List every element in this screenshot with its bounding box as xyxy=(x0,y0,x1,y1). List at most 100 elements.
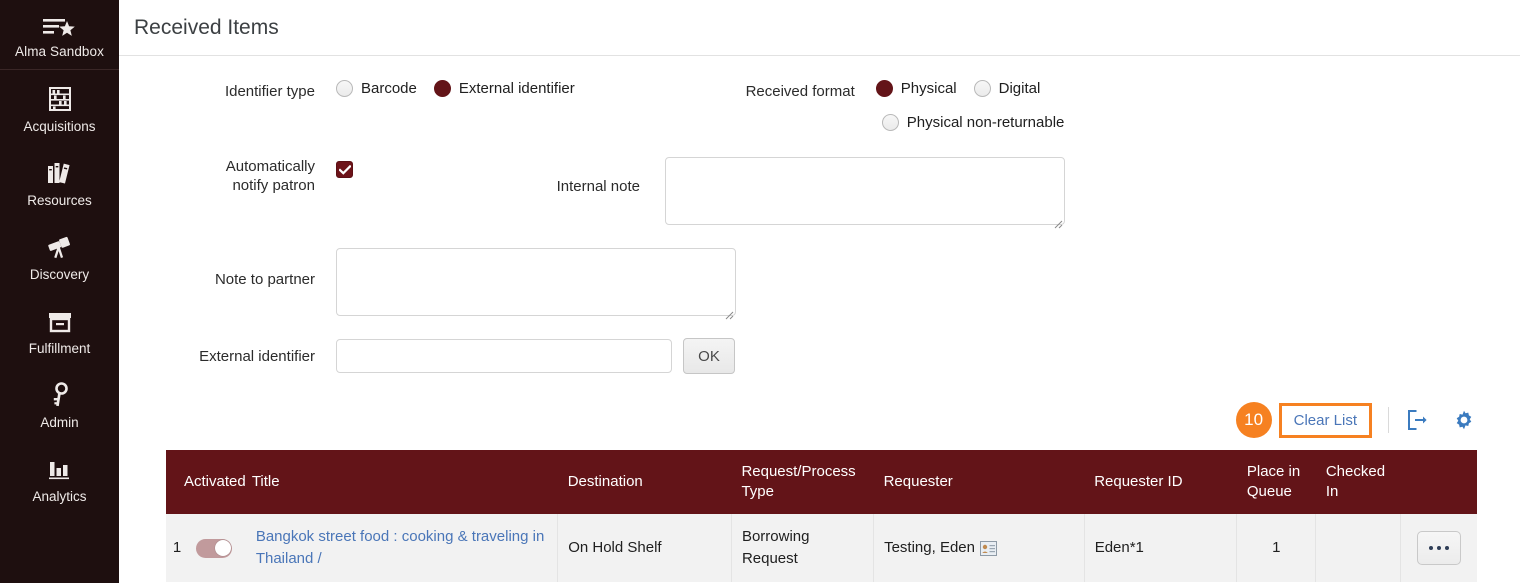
radio-label: Digital xyxy=(998,80,1041,97)
external-identifier-label: External identifier xyxy=(199,347,315,365)
column-header-checked-in[interactable]: Checked In xyxy=(1315,450,1401,514)
auto-notify-label-line2: notify patron xyxy=(232,177,315,194)
form-row-formats: Identifier type Barcode External identif… xyxy=(119,80,1520,131)
received-items-form: Identifier type Barcode External identif… xyxy=(119,56,1520,374)
note-to-partner-wrap xyxy=(336,248,736,321)
toggle-knob xyxy=(214,540,231,556)
sidebar-item-label: Analytics xyxy=(32,489,87,504)
radio-label: Physical xyxy=(900,80,957,97)
radio-label: Physical non-returnable xyxy=(906,114,1065,131)
radio-circle-selected-icon xyxy=(875,80,893,97)
auto-notify-checkbox[interactable] xyxy=(336,161,353,178)
row-activated-toggle[interactable] xyxy=(196,538,232,558)
note-to-partner-textarea[interactable] xyxy=(336,248,736,316)
radio-physical-non-returnable[interactable]: Physical non-returnable xyxy=(881,114,1065,131)
radio-external-identifier[interactable]: External identifier xyxy=(433,80,575,97)
received-format-row-2: Physical non-returnable xyxy=(881,114,1082,131)
radio-digital[interactable]: Digital xyxy=(973,80,1041,97)
auto-notify-checkbox-wrap xyxy=(336,157,353,178)
page-header: Received Items xyxy=(119,0,1520,56)
dot-icon xyxy=(1428,546,1433,550)
column-header-activated[interactable]: Activated xyxy=(166,450,246,514)
external-identifier-input[interactable] xyxy=(336,339,672,373)
sidebar-item-analytics[interactable]: Analytics xyxy=(0,440,119,514)
brand-label: Alma Sandbox xyxy=(14,44,104,59)
table-body: 1 Bangkok street food : cooking & travel… xyxy=(166,514,1477,582)
abacus-icon xyxy=(47,84,73,112)
row-destination-cell: On Hold Shelf xyxy=(557,514,732,582)
internal-note-wrap xyxy=(665,157,1065,230)
sidebar-item-discovery[interactable]: Discovery xyxy=(0,218,119,292)
alma-star-icon xyxy=(42,14,77,40)
received-format-label: Received format xyxy=(745,83,855,100)
external-identifier-ok-button[interactable]: OK xyxy=(683,338,735,374)
sidebar-item-admin[interactable]: Admin xyxy=(0,366,119,440)
column-header-title[interactable]: Title xyxy=(241,450,558,514)
column-header-destination[interactable]: Destination xyxy=(557,450,732,514)
books-icon xyxy=(46,158,73,186)
row-checked-in-cell xyxy=(1315,514,1401,582)
received-format-radio-group: Physical Digital Physical non-returnable xyxy=(875,80,1082,131)
received-format-row-1: Physical Digital xyxy=(875,80,1082,97)
toolbar-divider xyxy=(1388,407,1389,433)
sidebar-item-resources[interactable]: Resources xyxy=(0,144,119,218)
sidebar-item-fulfillment[interactable]: Fulfillment xyxy=(0,292,119,366)
form-row-note-to-partner: Note to partner xyxy=(119,248,1520,321)
check-icon xyxy=(338,164,351,175)
sidebar-nav: Acquisitions Resources Discovery Fulfill… xyxy=(0,70,119,514)
row-title-cell: Bangkok street food : cooking & travelin… xyxy=(241,514,559,582)
auto-notify-label-line1: Automatically xyxy=(225,158,315,175)
bar-chart-icon xyxy=(47,454,73,482)
internal-note-textarea[interactable] xyxy=(665,157,1065,225)
key-icon xyxy=(49,380,71,408)
telescope-icon xyxy=(45,232,75,260)
brand-block[interactable]: Alma Sandbox xyxy=(0,14,119,70)
page-title: Received Items xyxy=(134,15,279,39)
radio-circle-selected-icon xyxy=(433,80,451,97)
table-row[interactable]: 1 Bangkok street food : cooking & travel… xyxy=(166,514,1477,582)
dot-icon xyxy=(1444,546,1449,550)
column-header-request-type[interactable]: Request/Process Type xyxy=(731,450,874,514)
row-place-in-queue-cell: 1 xyxy=(1236,514,1317,582)
main-sidebar: Alma Sandbox Acquisitions Resources Disc… xyxy=(0,0,119,583)
sidebar-item-label: Acquisitions xyxy=(23,119,96,134)
radio-physical[interactable]: Physical xyxy=(875,80,957,97)
items-table: Activated Title Destination Request/Proc… xyxy=(166,450,1477,582)
sidebar-item-label: Resources xyxy=(27,193,92,208)
table-header-row: Activated Title Destination Request/Proc… xyxy=(166,450,1477,514)
row-index: 1 xyxy=(172,539,182,556)
note-to-partner-label: Note to partner xyxy=(214,271,315,288)
sidebar-item-label: Discovery xyxy=(29,267,90,282)
row-actions-button[interactable] xyxy=(1416,531,1461,565)
archive-box-icon xyxy=(47,306,73,334)
step-badge: 10 xyxy=(1235,402,1272,438)
row-title-link[interactable]: Bangkok street food : cooking & travelin… xyxy=(256,528,545,567)
radio-label: External identifier xyxy=(458,80,575,97)
row-requester-id-cell: Eden*1 xyxy=(1084,514,1238,582)
column-header-place-in-queue[interactable]: Place in Queue xyxy=(1236,450,1316,514)
column-header-actions xyxy=(1400,450,1477,514)
sidebar-item-acquisitions[interactable]: Acquisitions xyxy=(0,70,119,144)
row-actions-cell xyxy=(1400,514,1477,582)
identifier-type-radio-group: Barcode External identifier xyxy=(336,80,592,97)
row-request-type-cell: Borrowing Request xyxy=(731,514,875,582)
column-header-requester-id[interactable]: Requester ID xyxy=(1084,450,1237,514)
contact-card-icon[interactable] xyxy=(980,540,997,556)
sidebar-item-label: Fulfillment xyxy=(28,341,91,356)
column-header-requester[interactable]: Requester xyxy=(873,450,1085,514)
table-toolbar: 10 Clear List xyxy=(1235,398,1477,442)
row-activated-cell: 1 xyxy=(166,514,242,582)
received-items-table: Activated Title Destination Request/Proc… xyxy=(166,450,1477,582)
radio-circle-icon xyxy=(881,114,899,131)
identifier-type-label: Identifier type xyxy=(224,83,315,100)
table-head: Activated Title Destination Request/Proc… xyxy=(166,450,1477,514)
internal-note-label: Internal note xyxy=(556,178,640,195)
gear-icon[interactable] xyxy=(1451,407,1477,433)
export-icon[interactable] xyxy=(1403,407,1429,433)
main-content: Received Items Identifier type Barcode E… xyxy=(119,0,1520,583)
row-requester-name: Testing, Eden xyxy=(884,539,975,556)
radio-barcode[interactable]: Barcode xyxy=(336,80,417,97)
form-row-external-identifier: External identifier OK xyxy=(119,338,1520,374)
clear-list-button[interactable]: Clear List xyxy=(1278,402,1372,438)
form-row-notify-note: Automatically notify patron Internal not… xyxy=(119,157,1520,230)
